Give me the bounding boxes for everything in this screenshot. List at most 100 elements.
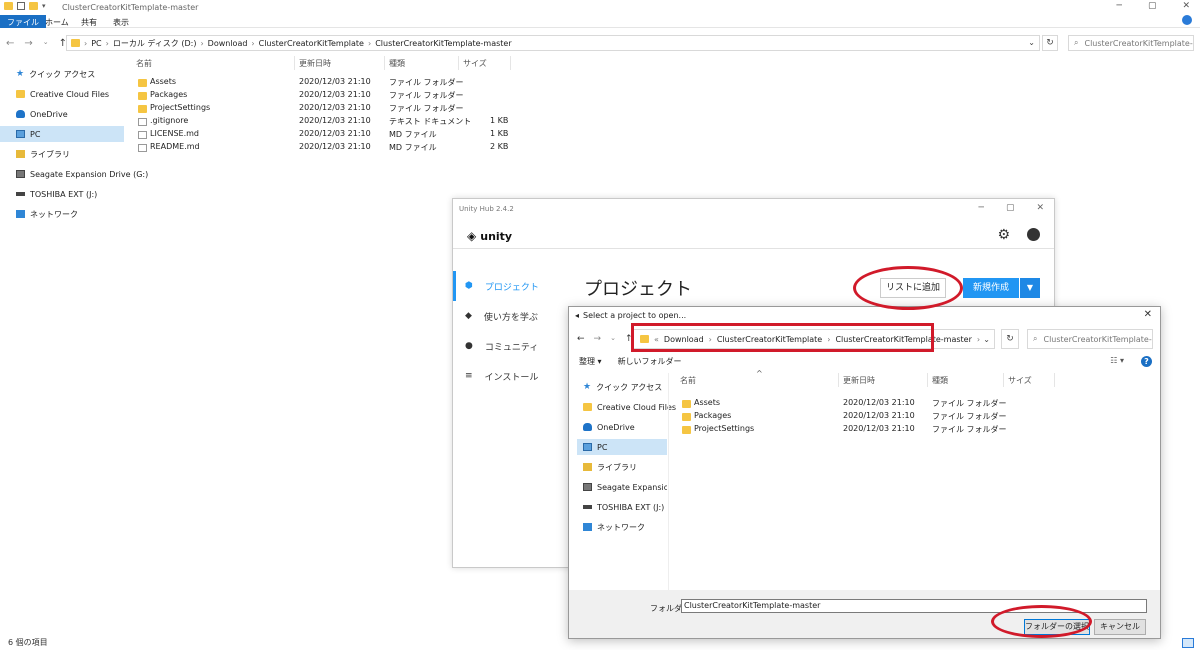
tab-view[interactable]: 表示 [106,15,136,28]
recent-locations-icon[interactable]: ⌄ [43,38,49,49]
sidebar-item-toshiba[interactable]: TOSHIBA EXT (J:) [577,499,667,515]
cancel-button[interactable]: キャンセル [1094,619,1146,635]
column-header-name[interactable]: 名前 [136,58,152,69]
cloud-icon [16,110,25,118]
search-box[interactable]: ⌕ ClusterCreatorKitTemplate-m... [1068,35,1194,51]
account-icon[interactable] [1027,228,1040,241]
hub-nav-community[interactable]: ● コミュニティ [453,331,563,361]
breadcrumb-item[interactable]: ClusterCreatorKitTemplate [259,39,364,48]
column-header-type[interactable]: 種類 [389,58,405,69]
page-title: プロジェクト [584,279,692,300]
forward-arrow-icon[interactable]: → [24,38,32,49]
hub-header: ◈ unity ⚙ [453,219,1054,249]
file-row[interactable]: Packages 2020/12/03 21:10 ファイル フォルダー [680,411,1060,424]
pc-icon [583,443,592,451]
minimize-icon[interactable]: ─ [979,203,984,213]
close-icon[interactable]: ✕ [1036,203,1044,213]
customize-toolbar-icon[interactable]: ▾ [42,2,46,10]
back-arrow-icon[interactable]: ← [577,334,585,344]
column-header-size[interactable]: サイズ [1008,375,1032,386]
column-header-name[interactable]: 名前 [680,375,696,386]
sidebar-item-seagate[interactable]: Seagate Expansion Drive (G:) [0,166,148,182]
creative-cloud-icon [16,90,25,98]
hub-nav-learn[interactable]: ◆ 使い方を学ぶ [453,301,563,331]
organize-menu[interactable]: 整理 ▾ [579,356,602,367]
nav-buttons: ← → ⌄ ↑ [6,38,67,49]
forward-arrow-icon[interactable]: → [594,334,602,344]
file-row[interactable]: Assets 2020/12/03 21:10 ファイル フォルダー [680,398,1060,411]
annotation-circle-add-to-list [853,266,963,310]
file-row[interactable]: Assets 2020/12/03 21:10 ファイル フォルダー [136,77,516,90]
column-header-size[interactable]: サイズ [463,58,487,69]
recent-locations-icon[interactable]: ⌄ [610,334,616,344]
text-document-icon [138,118,147,126]
breadcrumb-item[interactable]: Download [208,39,248,48]
address-bar[interactable]: › PC › ローカル ディスク (D:) › Download › Clust… [66,35,1040,51]
folder-icon [682,426,691,434]
file-row[interactable]: LICENSE.md 2020/12/03 21:10 MD ファイル 1 KB [136,129,516,142]
sidebar-item-network[interactable]: ネットワーク [0,206,124,222]
sidebar-item-library[interactable]: ライブラリ [577,459,667,475]
cloud-icon [583,423,592,431]
properties-icon[interactable] [17,2,25,10]
new-project-button[interactable]: 新規作成 [963,278,1019,298]
sidebar-item-creative-cloud[interactable]: Creative Cloud Files [0,86,124,102]
folder-icon [682,413,691,421]
refresh-icon[interactable]: ↻ [1042,35,1058,51]
sidebar-item-pc[interactable]: PC [0,126,124,142]
help-icon[interactable]: ? [1141,356,1152,367]
breadcrumb-item[interactable]: PC [91,39,101,48]
file-row[interactable]: ProjectSettings 2020/12/03 21:10 ファイル フォ… [680,424,1060,437]
help-icon[interactable] [1182,15,1192,25]
column-header-type[interactable]: 種類 [932,375,948,386]
annotation-circle-select-folder [991,605,1092,638]
select-project-dialog: ◂ Select a project to open... ✕ ← → ⌄ ↑ … [568,306,1161,639]
new-folder-icon[interactable] [29,2,38,10]
search-placeholder: ClusterCreatorKitTemplate-m... [1084,38,1193,48]
gear-icon[interactable]: ⚙ [997,227,1010,243]
refresh-icon[interactable]: ↻ [1001,329,1019,349]
dialog-search-box[interactable]: ⌕ ClusterCreatorKitTemplate-m... [1027,329,1153,349]
file-row[interactable]: ProjectSettings 2020/12/03 21:10 ファイル フォ… [136,103,516,116]
column-header-date[interactable]: 更新日時 [299,58,331,69]
sidebar-item-quick-access[interactable]: ★ クイック アクセス [0,66,124,82]
back-arrow-icon[interactable]: ← [6,38,14,49]
sidebar-item-library[interactable]: ライブラリ [0,146,124,162]
hub-nav-installs[interactable]: ≡ インストール [453,361,563,391]
annotation-rect-address-bar [631,323,934,352]
folder-icon [4,2,13,10]
unity-cube-icon: ◈ [467,229,477,243]
maximize-icon[interactable]: ▢ [1006,203,1015,213]
new-folder-button[interactable]: 新しいフォルダー [618,356,682,367]
sidebar-item-onedrive[interactable]: OneDrive [0,106,124,122]
file-row[interactable]: .gitignore 2020/12/03 21:10 テキスト ドキュメント … [136,116,516,129]
file-row[interactable]: README.md 2020/12/03 21:10 MD ファイル 2 KB [136,142,516,155]
folder-icon [71,39,80,47]
creative-cloud-icon [583,403,592,411]
breadcrumb-item[interactable]: ClusterCreatorKitTemplate-master [375,39,511,48]
sidebar-item-creative-cloud[interactable]: Creative Cloud Files [577,399,676,415]
file-row[interactable]: Packages 2020/12/03 21:10 ファイル フォルダー [136,90,516,103]
close-icon[interactable]: ✕ [1144,309,1152,320]
hub-nav-projects[interactable]: ⬢ プロジェクト [453,271,563,301]
tab-share[interactable]: 共有 [74,15,104,28]
sidebar-item-seagate[interactable]: Seagate Expansion Di [577,479,667,495]
sidebar-item-onedrive[interactable]: OneDrive [577,419,667,435]
chevron-down-icon[interactable]: ⌄ [1028,38,1035,47]
breadcrumb-item[interactable]: ローカル ディスク (D:) [113,38,197,49]
graduation-cap-icon: ◆ [465,311,472,321]
sidebar-item-toshiba[interactable]: TOSHIBA EXT (J:) [0,186,124,202]
sidebar-item-network[interactable]: ネットワーク [577,519,667,535]
sidebar-item-quick-access[interactable]: ★ クイック アクセス [577,379,667,395]
column-header-date[interactable]: 更新日時 [843,375,875,386]
minimize-icon[interactable]: ─ [1117,1,1122,11]
sidebar-item-pc[interactable]: PC [577,439,667,455]
chevron-down-icon[interactable]: ▼ [1020,278,1040,298]
chevron-down-icon[interactable]: ⌄ [983,335,990,344]
details-view-icon[interactable] [1182,638,1194,648]
maximize-icon[interactable]: ▢ [1148,1,1157,11]
drive-icon [583,483,592,491]
view-options-icon[interactable]: ☷ ▾ [1110,356,1124,365]
tab-home[interactable]: ホーム [38,15,76,28]
close-icon[interactable]: ✕ [1182,1,1190,11]
